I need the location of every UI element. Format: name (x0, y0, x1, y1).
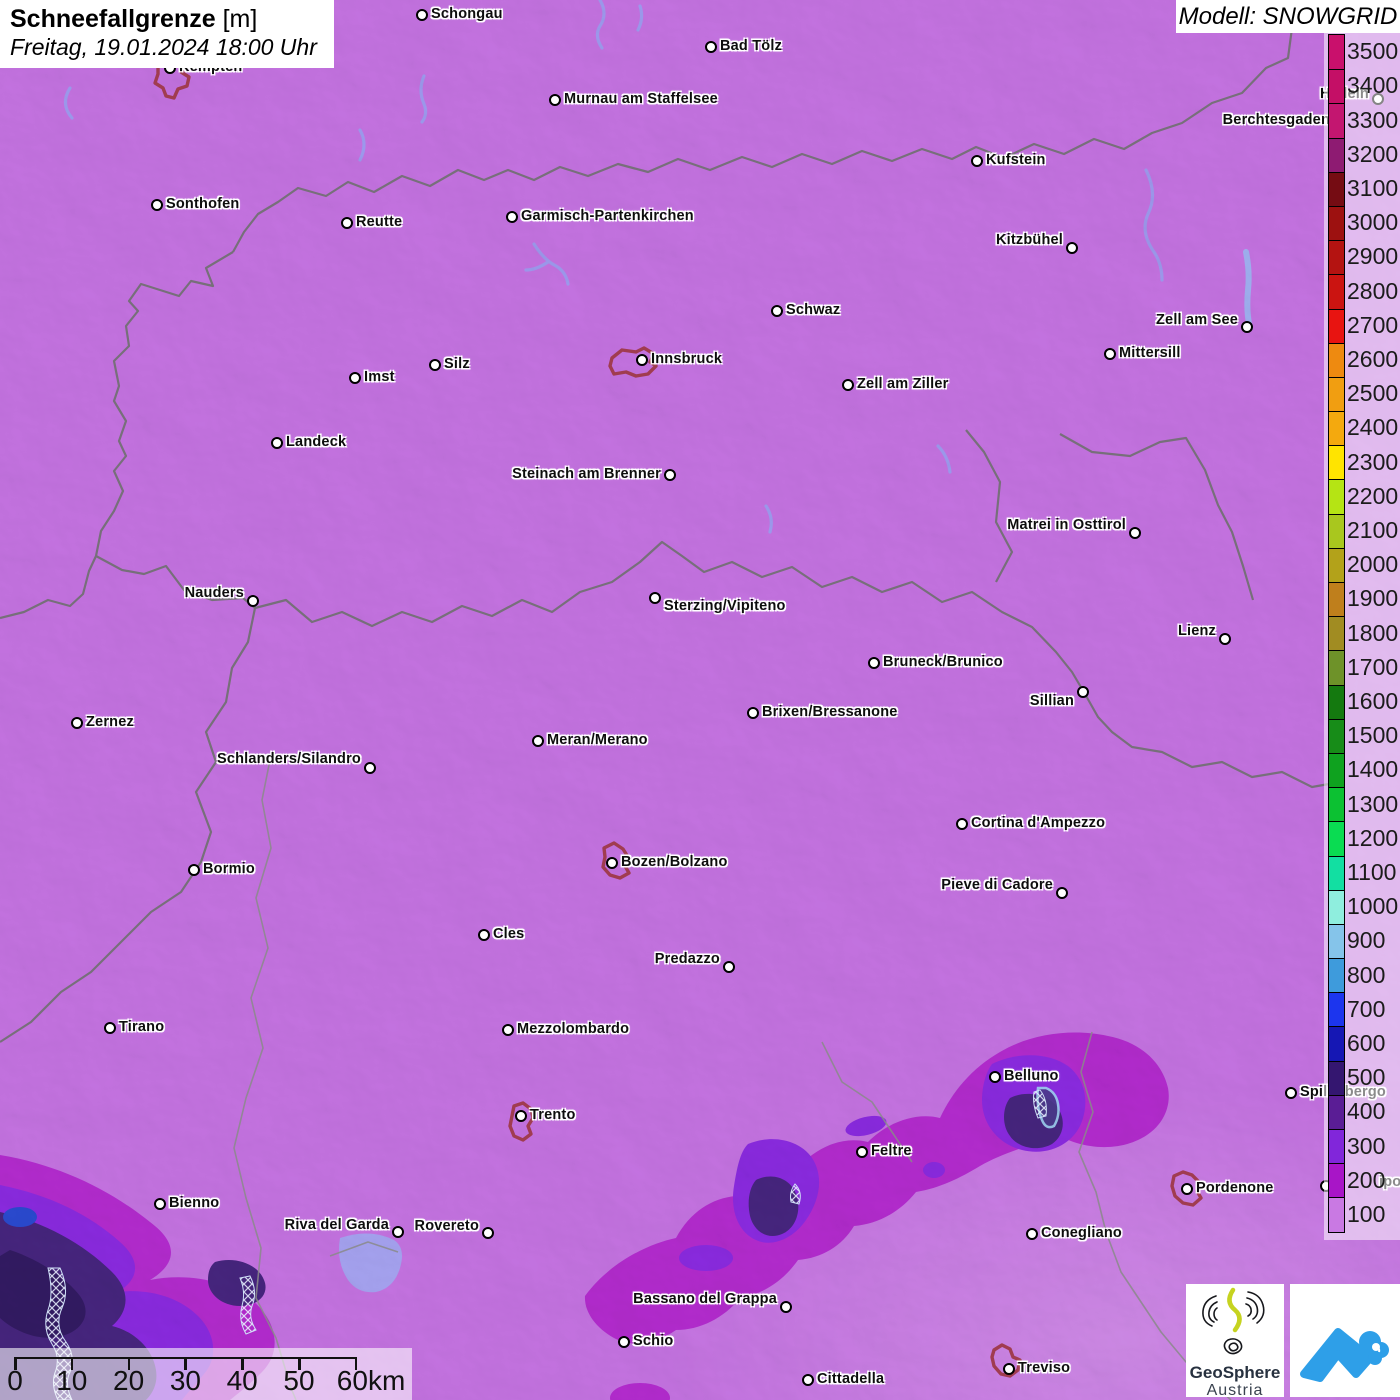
colorbar-segment (1329, 205, 1344, 241)
colorbar-tick-label: 1600 (1347, 687, 1399, 714)
title-text: Schneefallgrenze (10, 5, 216, 33)
scale-bar: 0 10 20 30 40 50 60km (0, 1348, 412, 1400)
colorbar-tick-label: 3100 (1347, 174, 1399, 201)
geosphere-logo: GeoSphere Austria (1186, 1284, 1284, 1399)
colorbar-segment (1329, 308, 1344, 343)
scalebar-label: 30 (169, 1365, 201, 1396)
colorbar-tick-label: 2600 (1347, 345, 1399, 372)
colorbar-tick-label: 700 (1347, 995, 1386, 1022)
mountain-cloud-logo (1290, 1284, 1400, 1397)
colorbar-tick-label: 2900 (1347, 243, 1399, 270)
scalebar-label: 60km (336, 1365, 406, 1396)
colorbar-segment (1329, 103, 1344, 138)
map-title: Schneefallgrenze [m] (10, 5, 324, 34)
colorbar-segment (1329, 1060, 1344, 1095)
colorbar-tick-label: 1500 (1347, 722, 1399, 749)
colorbar-tick-label: 1800 (1347, 619, 1399, 646)
colorbar-segment (1329, 650, 1344, 685)
colorbar-tick-label: 3400 (1347, 72, 1399, 99)
geosphere-country: Austria (1206, 1382, 1264, 1399)
terrain-hillshade (0, 0, 1400, 1400)
colorbar-segment (1329, 411, 1344, 446)
colorbar-tick-label: 2200 (1347, 482, 1399, 509)
colorbar-tick-label: 1000 (1347, 893, 1399, 920)
colorbar-segment (1329, 274, 1344, 309)
colorbar-tick-label: 800 (1347, 961, 1386, 988)
map-canvas (0, 0, 1400, 1400)
scalebar-label: 50 (283, 1365, 315, 1396)
colorbar-tick-label: 1300 (1347, 790, 1399, 817)
colorbar-tick-label: 3300 (1347, 106, 1399, 133)
colorbar-tick-label: 200 (1347, 1166, 1386, 1193)
colorbar-segment (1329, 513, 1344, 548)
colorbar-tick-label: 2100 (1347, 516, 1399, 543)
colorbar-segment (1329, 1026, 1344, 1061)
colorbar-segment (1329, 787, 1344, 822)
map-datetime: Freitag, 19.01.2024 18:00 Uhr (10, 34, 317, 60)
colorbar-segment (1329, 958, 1344, 993)
colorbar-segment (1329, 1094, 1344, 1129)
colorbar-segment (1329, 855, 1344, 890)
colorbar-tick-label: 2700 (1347, 311, 1399, 338)
colorbar-segment (1329, 1129, 1344, 1164)
colorbar-tick-label: 1700 (1347, 653, 1399, 680)
colorbar-tick-label: 3000 (1347, 209, 1399, 236)
colorbar-tick-label: 500 (1347, 1064, 1386, 1091)
colorbar-segment (1329, 376, 1344, 412)
colorbar-segment (1329, 718, 1344, 753)
mountain-cloud-icon (1300, 1328, 1389, 1382)
colorbar-tick-label: 3500 (1347, 38, 1399, 65)
scalebar-label: 40 (226, 1365, 258, 1396)
scalebar-label: 0 (7, 1365, 23, 1396)
colorbar-tick-label: 1400 (1347, 756, 1399, 783)
colorbar-tick-label: 400 (1347, 1098, 1386, 1125)
colorbar-segment (1329, 582, 1344, 617)
colorbar-segment (1329, 171, 1344, 206)
scalebar-label: 10 (56, 1365, 88, 1396)
colorbar-tick-label: 2400 (1347, 414, 1399, 441)
colorbar-segment (1329, 35, 1344, 70)
colorbar-tick-label: 2500 (1347, 380, 1399, 407)
colorbar-tick-label: 900 (1347, 927, 1386, 954)
model-label: Modell: SNOWGRID (1176, 0, 1400, 33)
colorbar-tick-label: 100 (1347, 1200, 1386, 1227)
colorbar-segment (1329, 821, 1344, 856)
colorbar-segment (1329, 752, 1344, 788)
colorbar-tick-label: 1900 (1347, 585, 1399, 612)
colorbar-segment (1329, 240, 1344, 275)
colorbar-tick-label: 2800 (1347, 277, 1399, 304)
colorbar-tick-label: 2300 (1347, 448, 1399, 475)
colorbar-segment (1329, 342, 1344, 377)
colorbar-tick-label: 600 (1347, 1029, 1386, 1056)
colorbar-tick-label: 3200 (1347, 140, 1399, 167)
colorbar-segment (1329, 992, 1344, 1027)
colorbar-segment (1329, 137, 1344, 172)
scalebar-label: 20 (113, 1365, 145, 1396)
title-unit: [m] (222, 5, 258, 33)
colorbar (1328, 34, 1345, 1233)
colorbar-segment (1329, 69, 1344, 104)
colorbar-segment (1329, 479, 1344, 514)
colorbar-tick-label: 1200 (1347, 824, 1399, 851)
colorbar-segment (1329, 1197, 1344, 1232)
colorbar-segment (1329, 1163, 1344, 1198)
weather-map-page: SchongauBad TölzKemptenMurnau am Staffel… (0, 0, 1400, 1400)
colorbar-segment (1329, 616, 1344, 651)
colorbar-tick-label: 300 (1347, 1132, 1386, 1159)
colorbar-segment (1329, 684, 1344, 719)
colorbar-tick-label: 2000 (1347, 551, 1399, 578)
geosphere-name: GeoSphere (1189, 1363, 1281, 1382)
colorbar-labels: 3500 3400 3300 3200 3100 3000 2900 2800 2700 2600… (1347, 34, 1400, 1231)
colorbar-tick-label: 1100 (1347, 858, 1397, 885)
title-box: Schneefallgrenze [m] Freitag, 19.01.2024… (0, 0, 334, 68)
colorbar-segment (1329, 923, 1344, 959)
geosphere-contour-icon (1202, 1287, 1265, 1355)
colorbar-segment (1329, 445, 1344, 480)
colorbar-segment (1329, 547, 1344, 582)
colorbar-segment (1329, 889, 1344, 924)
